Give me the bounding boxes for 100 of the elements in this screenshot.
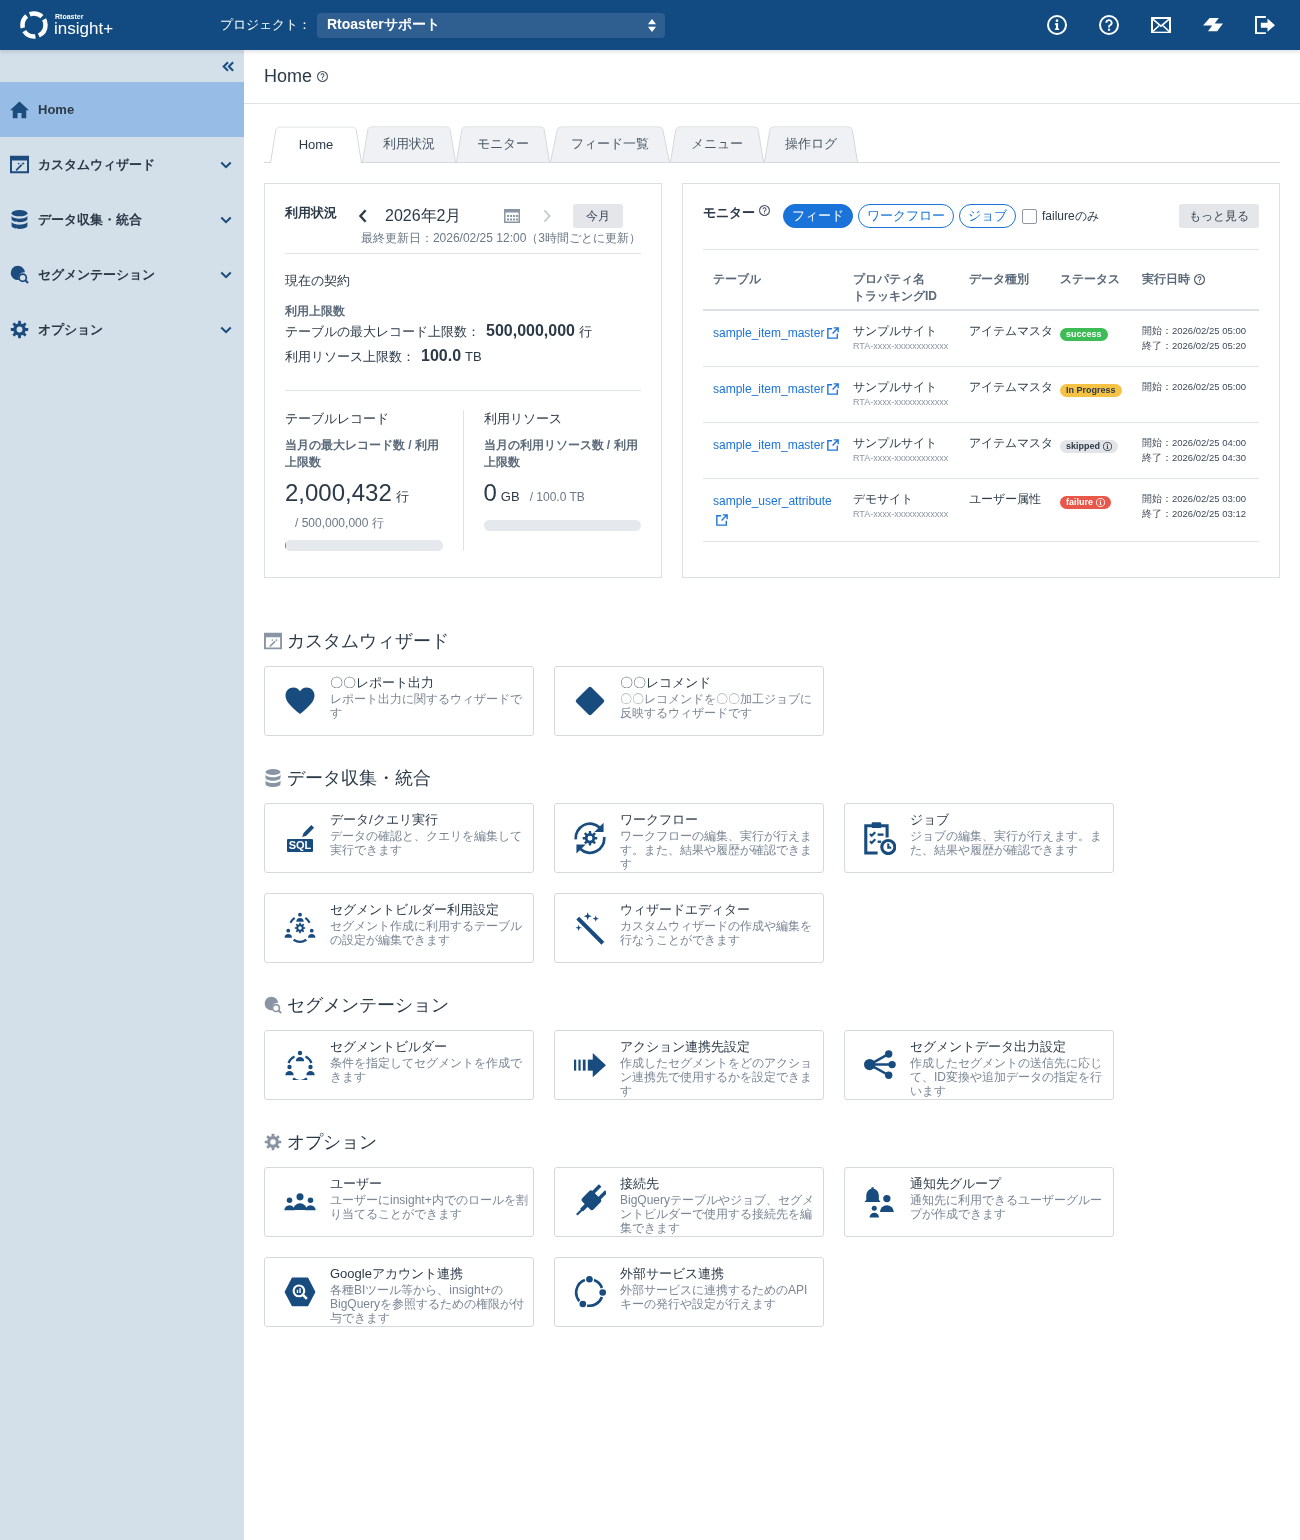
run-time: 終了：2026/02/25 04:30 <box>1142 451 1247 465</box>
metric-value: 0 GB <box>483 478 520 508</box>
more-button[interactable]: もっと見る <box>1179 204 1259 228</box>
help-icon[interactable] <box>759 205 770 216</box>
card-title: Googleアカウント連携 <box>330 1266 464 1281</box>
metric-caption: 当月の最大レコード数 / 利用上限数 <box>285 437 440 471</box>
tab[interactable]: 利用状況 <box>362 121 456 162</box>
table-link[interactable]: sample_item_master <box>713 382 840 396</box>
card-description: カスタムウィザードの作成や編集を行なうことができます <box>620 919 813 947</box>
status-label: In Progress <box>1066 384 1116 397</box>
tab[interactable]: 操作ログ <box>764 121 858 162</box>
tab[interactable]: メニュー <box>670 121 764 162</box>
tracking-id: RTA-xxxx-xxxxxxxxxxxx <box>853 452 950 465</box>
card-title: ジョブ <box>910 812 950 827</box>
gear-icon <box>10 320 29 339</box>
data-type: アイテムマスタ <box>969 379 1050 395</box>
tracking-id: RTA-xxxx-xxxxxxxxxxxx <box>853 508 950 521</box>
table-link[interactable]: sample_item_master <box>713 438 840 452</box>
property-name: サンプルサイト <box>853 435 938 451</box>
menu-card[interactable]: ジョブ ジョブの編集、実行が行えます。また、結果や履歴が確認できます <box>844 803 1114 873</box>
menu-card[interactable]: 〇〇レコメンド 〇〇レコメンドを〇〇加工ジョブに反映するウィザードです <box>554 666 824 736</box>
nav-item[interactable]: Home <box>0 82 244 137</box>
help-icon[interactable] <box>317 71 328 82</box>
month-label: 2026年2月 <box>385 205 462 226</box>
column-header: ステータス <box>1060 271 1120 288</box>
table-link[interactable]: sample_user_attribute <box>713 494 832 527</box>
menu-card[interactable]: 通知先グループ 通知先に利用できるユーザーグループが作成できます <box>844 1167 1114 1237</box>
filter-chip[interactable]: ジョブ <box>959 204 1016 228</box>
tab[interactable]: モニター <box>456 121 550 162</box>
card-description: 条件を指定してセグメントを作成できます <box>330 1056 523 1084</box>
tab[interactable]: フィード一覧 <box>550 121 670 162</box>
database-icon <box>264 769 282 787</box>
metric-limit: / 500,000,000 行 <box>295 515 384 532</box>
menu-card[interactable]: ユーザー ユーザーにinsight+内でのロールを割り当てることができます <box>264 1167 534 1237</box>
limits-label: 利用上限数 <box>285 303 346 319</box>
card-description: 通知先に利用できるユーザーグループが作成できます <box>910 1193 1103 1221</box>
card-description: データの確認と、クエリを編集して実行できます <box>330 829 523 857</box>
nav-item[interactable]: セグメンテーション <box>0 247 244 302</box>
menu-card[interactable]: セグメントビルダー 条件を指定してセグメントを作成できます <box>264 1030 534 1100</box>
menu-card[interactable]: 外部サービス連携 外部サービスに連携するためのAPIキーの発行や設定が行えます <box>554 1257 824 1327</box>
card-title: ウィザードエディター <box>620 902 751 917</box>
menu-card[interactable]: Googleアカウント連携 各種BIツール等から、insight+のBigQueryを参照するための権限が付与できます <box>264 1257 534 1327</box>
card-title: ワークフロー <box>620 812 699 827</box>
menu-card[interactable]: ワークフロー ワークフローの編集、実行が行えます。また、結果や履歴が確認できます <box>554 803 824 873</box>
card-description: BigQueryテーブルやジョブ、セグメントビルダーで使用する接続先を編集できます <box>620 1193 816 1235</box>
nav-item[interactable]: データ収集・統合 <box>0 192 244 247</box>
mail-icon[interactable] <box>1151 16 1171 34</box>
menu-card[interactable]: セグメントビルダー利用設定 セグメント作成に利用するテーブルの設定が編集できます <box>264 893 534 963</box>
chevron-left-icon[interactable] <box>358 209 368 223</box>
menu-card[interactable]: SQL データ/クエリ実行 データの確認と、クエリを編集して実行できます <box>264 803 534 873</box>
tab[interactable]: Home <box>270 121 362 163</box>
card-description: セグメント作成に利用するテーブルの設定が編集できます <box>330 919 523 947</box>
tracking-id: RTA-xxxx-xxxxxxxxxxxx <box>853 340 950 353</box>
menu-card[interactable]: セグメントデータ出力設定 作成したセグメントの送信先に応じて、ID変換や追加データの指定を行います <box>844 1030 1114 1100</box>
window-wand-icon <box>264 632 282 650</box>
menu-card[interactable]: ウィザードエディター カスタムウィザードの作成や編集を行なうことができます <box>554 893 824 963</box>
this-month-button[interactable]: 今月 <box>572 204 623 228</box>
logout-icon[interactable] <box>1255 15 1275 35</box>
status-label: success <box>1066 328 1102 341</box>
filter-chip[interactable]: ワークフロー <box>858 204 954 228</box>
help-icon[interactable] <box>1194 274 1205 285</box>
checkbox[interactable] <box>1022 208 1037 224</box>
calendar-icon[interactable] <box>503 209 520 223</box>
gear-icon <box>264 1133 282 1151</box>
zigzag-icon[interactable] <box>1203 18 1223 32</box>
double-chevron-left-icon[interactable] <box>222 60 234 72</box>
run-time: 終了：2026/02/25 03:12 <box>1142 507 1247 521</box>
table-link[interactable]: sample_item_master <box>713 326 840 340</box>
project-label: プロジェクト： <box>220 16 311 34</box>
menu-card[interactable]: 接続先 BigQueryテーブルやジョブ、セグメントビルダーで使用する接続先を編集できます <box>554 1167 824 1237</box>
bell-person-icon <box>864 1186 896 1218</box>
column-header: データ種別 <box>969 271 1029 288</box>
menu-card[interactable]: 〇〇レポート出力 レポート出力に関するウィザードです <box>264 666 534 736</box>
chevron-down-icon <box>220 270 232 279</box>
tracking-id: RTA-xxxx-xxxxxxxxxxxx <box>853 396 950 409</box>
database-icon <box>10 210 29 229</box>
menu-card[interactable]: アクション連携先設定 作成したセグメントをどのアクション連携先で使用するかを設定できます <box>554 1030 824 1100</box>
circle-magnifier-icon <box>264 996 282 1014</box>
card-description: 各種BIツール等から、insight+のBigQueryを参照するための権限が付与できます <box>330 1283 526 1325</box>
card-description: ユーザーにinsight+内でのロールを割り当てることができます <box>330 1193 528 1221</box>
nav-item[interactable]: カスタムウィザード <box>0 137 244 192</box>
checkbox-label: failureのみ <box>1042 207 1099 225</box>
window-wand-icon <box>10 155 29 174</box>
nav-item[interactable]: オプション <box>0 302 244 357</box>
column-header: 実行日時 <box>1142 271 1190 288</box>
card-title: セグメントビルダー利用設定 <box>330 902 500 917</box>
gear-arrows-icon <box>574 820 606 856</box>
info-icon[interactable] <box>1103 442 1112 451</box>
column-header: テーブル <box>713 271 761 288</box>
card-description: ワークフローの編集、実行が行えます。また、結果や履歴が確認できます <box>620 829 813 871</box>
run-time: 開始：2026/02/25 04:00 <box>1142 436 1247 450</box>
project-select[interactable]: Rtoasterサポート <box>317 12 665 38</box>
brand-name: insight+ <box>54 20 114 37</box>
clipboard-clock-icon <box>864 820 896 856</box>
filter-chip[interactable]: フィード <box>783 204 853 228</box>
card-title: ユーザー <box>330 1176 383 1191</box>
share-nodes-icon <box>864 1050 896 1080</box>
property-name: デモサイト <box>853 491 914 507</box>
card-title: アクション連携先設定 <box>620 1039 751 1054</box>
metric-value: 2,000,432 行 <box>285 478 409 508</box>
